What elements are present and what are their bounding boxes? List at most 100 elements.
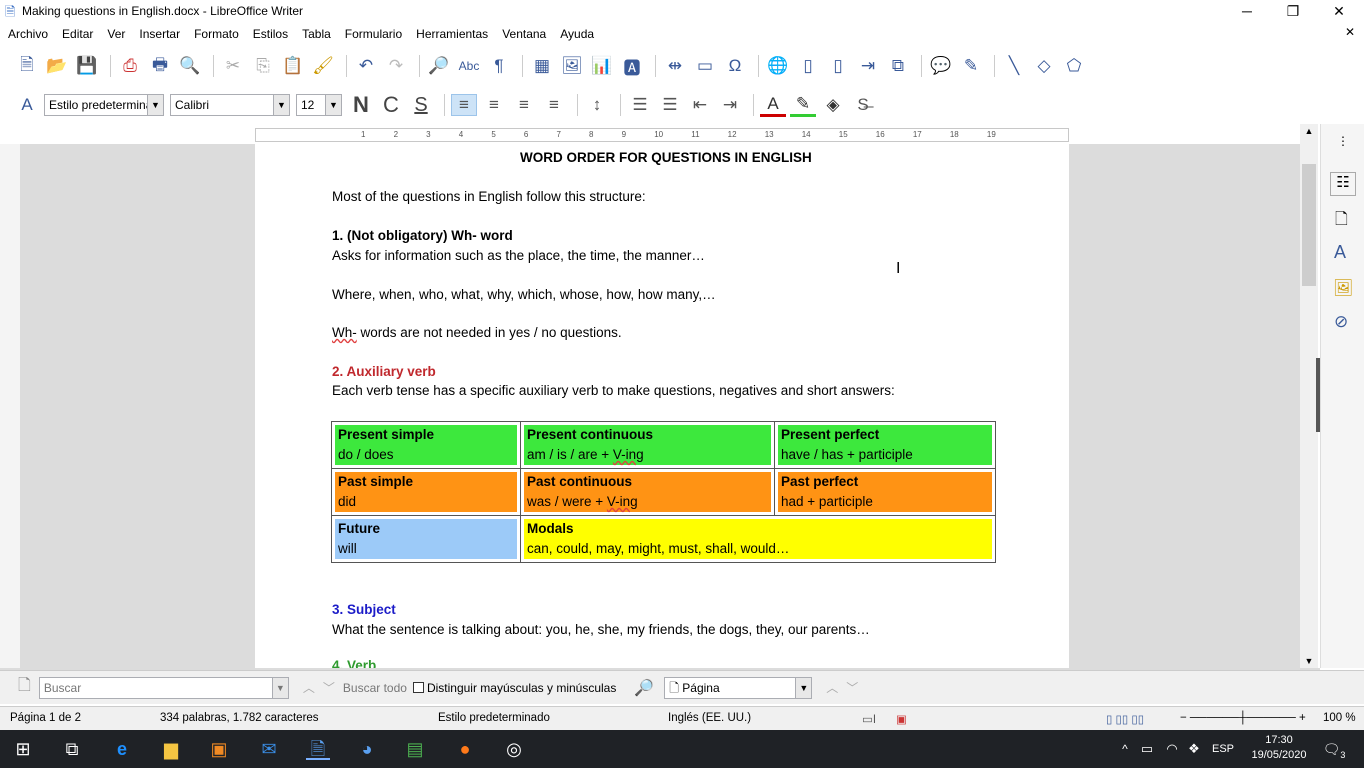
menu-insertar[interactable]: Insertar [139, 27, 180, 41]
wifi-icon[interactable]: ◠ [1160, 738, 1184, 760]
menu-tabla[interactable]: Tabla [302, 27, 331, 41]
justify-button[interactable]: ≡ [541, 95, 567, 115]
chevron-down-icon[interactable]: ▼ [271, 677, 288, 698]
insert-field-icon[interactable]: ▭ [692, 56, 718, 76]
insert-textbox-icon[interactable]: 🅰 [619, 54, 645, 79]
track-changes-icon[interactable]: ✎ [958, 56, 984, 76]
bullet-list-icon[interactable]: ☰ [657, 95, 683, 115]
strikethrough-icon[interactable]: S̶ [850, 95, 876, 115]
insert-chart-icon[interactable]: 📊 [589, 56, 615, 76]
basic-shapes-icon[interactable]: ◇ [1031, 56, 1057, 76]
page-break-icon[interactable]: ⇹ [662, 56, 688, 76]
italic-button[interactable]: C [378, 92, 404, 118]
navigate-by-select[interactable]: 🗋 Página ▼ [664, 676, 813, 699]
font-size-select[interactable]: 12 ▼ [296, 94, 342, 116]
highlight-color-icon[interactable]: ✎ [790, 94, 816, 117]
minimize-button[interactable]: ─ [1224, 0, 1270, 22]
save-icon[interactable]: 💾 [74, 56, 100, 76]
zoom-slider[interactable]: − ──────┼────── + [1180, 712, 1306, 724]
battery-icon[interactable]: ▭ [1135, 738, 1159, 760]
navigate-down-icon[interactable]: ﹀ [846, 679, 858, 696]
font-color-icon[interactable]: A [760, 94, 786, 117]
edge-icon[interactable]: e [110, 738, 134, 760]
formatting-marks-icon[interactable]: ¶ [486, 56, 512, 76]
draw-icon[interactable]: ⬠ [1061, 56, 1087, 76]
background-color-icon[interactable]: ◈ [820, 95, 846, 115]
line-icon[interactable]: ╲ [1001, 56, 1027, 76]
language[interactable]: Inglés (EE. UU.) [668, 712, 751, 724]
menu-archivo[interactable]: Archivo [8, 27, 48, 41]
find-all-button[interactable]: Buscar todo [343, 681, 407, 695]
scrollbar-thumb[interactable] [1302, 164, 1316, 286]
page-count[interactable]: Página 1 de 2 [10, 712, 81, 724]
maximize-button[interactable]: ❐ [1270, 0, 1316, 22]
find-previous-icon[interactable]: ︿ [303, 679, 315, 696]
mail-icon[interactable]: ✉ [257, 738, 281, 760]
cross-reference-icon[interactable]: ⧉ [885, 56, 911, 76]
word-count[interactable]: 334 palabras, 1.782 caracteres [160, 712, 319, 724]
find-replace-icon[interactable]: 🔎 [426, 56, 452, 76]
menu-formulario[interactable]: Formulario [345, 27, 402, 41]
decrease-indent-icon[interactable]: ⇤ [687, 95, 713, 115]
page-icon[interactable]: 🗋 [1335, 208, 1348, 235]
menu-ventana[interactable]: Ventana [502, 27, 546, 41]
numbered-list-icon[interactable]: ☰ [627, 95, 653, 115]
firefox-icon[interactable]: ● [453, 738, 477, 760]
horizontal-ruler[interactable]: 1 2 3 4 5 6 7 8 9 10 11 12 13 14 15 16 17 18 19 [255, 128, 1069, 142]
align-center-button[interactable]: ≡ [481, 95, 507, 115]
clone-formatting-icon[interactable]: 🖌 [310, 56, 336, 76]
line-spacing-icon[interactable]: ↕ [584, 95, 610, 115]
align-left-button[interactable]: ≡ [451, 94, 477, 116]
obs-icon[interactable]: ◎ [502, 738, 526, 760]
increase-indent-icon[interactable]: ⇥ [717, 95, 743, 115]
app-icon[interactable]: ◕ [355, 738, 379, 760]
match-case-label[interactable]: Distinguir mayúsculas y minúsculas [427, 681, 616, 695]
libreoffice-writer-icon[interactable]: 🗎 [306, 738, 330, 760]
open-folder-icon[interactable]: 📂 [44, 56, 70, 76]
styles-icon[interactable]: A [14, 95, 40, 115]
align-right-button[interactable]: ≡ [511, 95, 537, 115]
endnote-icon[interactable]: ▯ [825, 56, 851, 76]
undo-icon[interactable]: ↶ [353, 56, 379, 76]
menu-estilos[interactable]: Estilos [253, 27, 288, 41]
underline-button[interactable]: S [408, 94, 434, 117]
special-character-icon[interactable]: Ω [722, 56, 748, 76]
zoom-level[interactable]: 100 % [1323, 712, 1356, 724]
sidebar-menu-icon[interactable]: ⋮ [1337, 134, 1349, 148]
chevron-down-icon[interactable]: ▼ [273, 95, 289, 115]
export-pdf-icon[interactable]: ⎙ [117, 56, 143, 76]
new-document-icon[interactable]: 🗎 [14, 52, 40, 81]
clock[interactable]: 17:30 19/05/2020 [1244, 733, 1314, 763]
search-input[interactable]: Buscar ▼ [38, 676, 289, 699]
close-button[interactable]: ✕ [1316, 0, 1362, 22]
notifications-icon[interactable]: 🗨3 [1322, 738, 1346, 760]
bold-button[interactable]: N [348, 92, 374, 118]
copy-icon[interactable]: ⎘ [250, 56, 276, 76]
cut-icon[interactable]: ✂ [220, 56, 246, 76]
menu-herramientas[interactable]: Herramientas [416, 27, 488, 41]
calc-icon[interactable]: ▤ [403, 738, 427, 760]
menu-ayuda[interactable]: Ayuda [560, 27, 594, 41]
font-name-select[interactable]: Calibri ▼ [170, 94, 290, 116]
view-layout-icons[interactable]: ▯ ▯▯ ▯▯ [1106, 712, 1144, 726]
navigator-icon[interactable]: ⊘ [1334, 312, 1348, 332]
menu-editar[interactable]: Editar [62, 27, 93, 41]
document-page[interactable]: WORD ORDER FOR QUESTIONS IN ENGLISH Most… [255, 144, 1069, 674]
properties-icon[interactable]: ☷ [1330, 172, 1356, 196]
dropbox-icon[interactable]: ❖ [1182, 738, 1206, 760]
start-icon[interactable]: ⊞ [11, 738, 35, 760]
match-case-checkbox[interactable] [412, 682, 424, 693]
media-icon[interactable]: ▣ [207, 738, 231, 760]
close-document-icon[interactable]: ✕ [1345, 25, 1355, 39]
menu-formato[interactable]: Formato [194, 27, 239, 41]
insert-table-icon[interactable]: ▦ [529, 56, 555, 76]
hyperlink-icon[interactable]: 🌐 [765, 56, 791, 76]
close-find-icon[interactable]: 🗋 [18, 674, 31, 701]
paragraph-style-select[interactable]: Estilo predetermina ▼ [44, 94, 164, 116]
task-view-icon[interactable]: ⧉ [60, 738, 84, 760]
find-next-icon[interactable]: ﹀ [323, 679, 335, 696]
menu-ver[interactable]: Ver [107, 27, 125, 41]
file-explorer-icon[interactable]: ▆ [159, 738, 183, 760]
page-style[interactable]: Estilo predeterminado [438, 712, 550, 724]
print-preview-icon[interactable]: 🔍 [177, 56, 203, 76]
